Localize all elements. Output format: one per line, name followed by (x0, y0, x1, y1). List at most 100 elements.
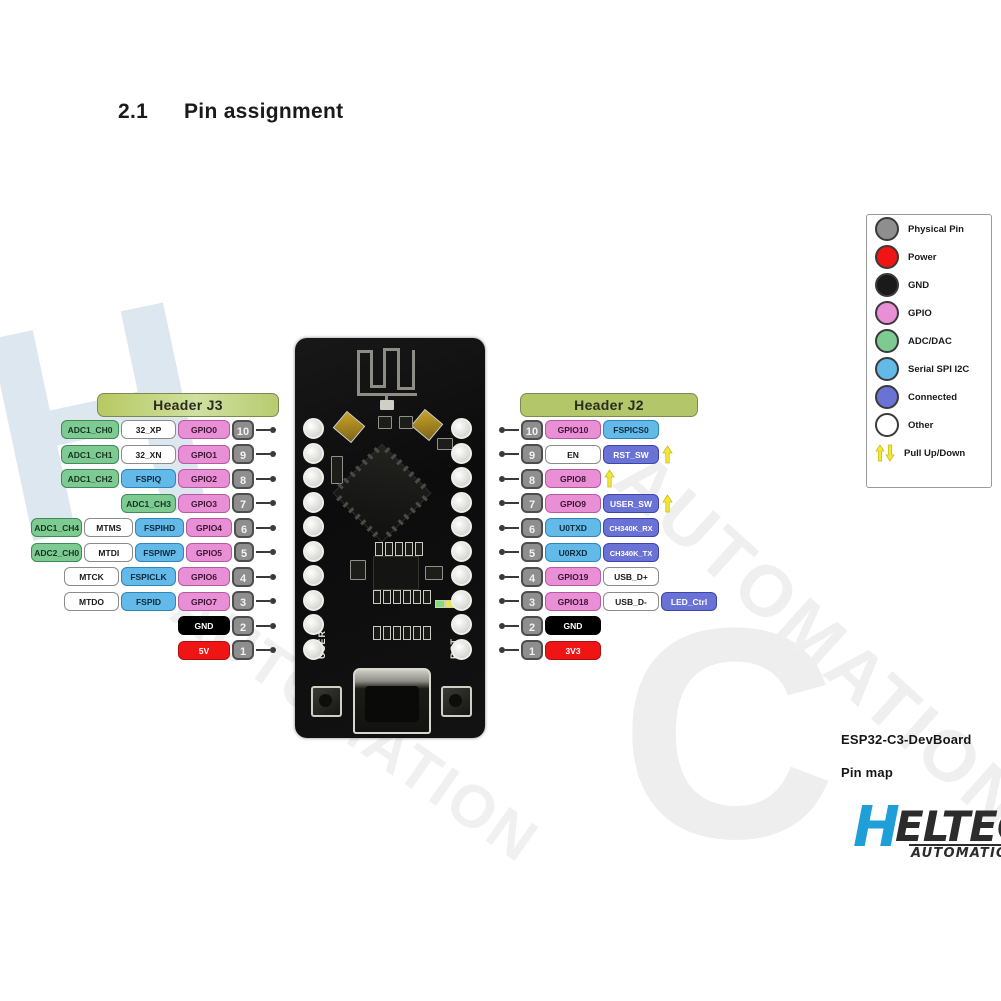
pin-row-j2: 5 U0RXD CH340K_TX (498, 542, 660, 563)
pin-function-spi: FSPIQ (121, 469, 176, 488)
pin-function-other: EN (545, 444, 601, 464)
board-pinhole (303, 540, 324, 562)
board-component-smd-4 (331, 456, 343, 484)
pin-number: 5 (234, 542, 254, 562)
pin-number: 10 (521, 419, 543, 440)
pin-number: 6 (234, 517, 254, 538)
pin-function-gpio: GPIO8 (545, 469, 601, 488)
pin-number: 2 (232, 615, 254, 636)
board-pinhole (303, 467, 324, 488)
pin-row-j2: 8 GPIO8 (498, 468, 615, 489)
board-pinhole (451, 589, 472, 611)
legend-color-swatch (875, 385, 899, 409)
legend-item: GPIO (875, 299, 991, 327)
pull-up-down-icon (662, 444, 673, 464)
board-header-pads-top (375, 542, 423, 556)
pin-function-gpio: GPIO2 (178, 469, 230, 488)
pin-function-pwr: 3V3 (545, 640, 601, 660)
pin-number: 3 (521, 591, 543, 611)
pin-lead (499, 426, 519, 433)
esp32c3-chip (332, 443, 432, 543)
pin-row-j3: GND 2 (30, 615, 277, 636)
pin-row-j3: ADC1_CH0 32_XP GPIO0 10 (30, 419, 277, 440)
pin-lead (256, 573, 276, 580)
board-pinhole (303, 589, 324, 611)
pin-function-spi: FSPICLK (121, 567, 176, 586)
pin-function-other: MTDI (84, 542, 134, 562)
pin-row-j3: 5V 1 (30, 640, 277, 661)
pin-number: 5 (521, 542, 543, 562)
legend-label: Other (908, 419, 934, 431)
usb-c-connector (353, 668, 431, 734)
reset-button[interactable] (441, 686, 472, 717)
legend-color-swatch (875, 413, 899, 437)
legend-item: Pull Up/Down (875, 439, 991, 467)
legend-item: Physical Pin (875, 215, 991, 243)
pin-lead (499, 524, 519, 531)
pin-function-adc: ADC1_CH1 (61, 444, 119, 464)
pin-function-gpio: GPIO1 (178, 444, 230, 464)
board-pinhole (451, 565, 472, 586)
board-component-smd-2 (378, 416, 392, 429)
legend-label: GND (908, 279, 930, 291)
pin-lead (499, 647, 519, 653)
user-button[interactable] (311, 686, 342, 717)
pin-number: 9 (232, 444, 254, 464)
legend-color-swatch (875, 301, 899, 325)
pin-number: 4 (521, 566, 543, 587)
legend-color-swatch (875, 245, 899, 269)
pin-lead (256, 647, 276, 653)
logo-subtitle: AUTOMATION (911, 846, 1001, 861)
pin-number: 10 (232, 419, 254, 440)
pin-row-j3: ADC1_CH2 FSPIQ GPIO2 8 (30, 468, 277, 489)
legend-label: GPIO (908, 307, 932, 319)
pin-lead (499, 451, 519, 457)
legend-color-swatch (875, 273, 899, 297)
pcb-antenna-icon (357, 346, 423, 407)
pin-number: 1 (521, 640, 543, 660)
board-pinhole (451, 467, 472, 488)
pin-function-other: 32_XP (121, 420, 176, 439)
pin-lead (256, 475, 276, 482)
pin-function-spi: U0TXD (545, 518, 601, 537)
pin-lead (256, 622, 276, 629)
heltec-logo: H ELTEC AUTOMATION (853, 800, 1001, 862)
pin-function-gpio: GPIO4 (185, 518, 233, 537)
pull-up-down-icon (662, 493, 673, 513)
devboard-image: USER RST (295, 338, 485, 738)
pin-row-j3: ADC1_CH3 GPIO3 7 (30, 493, 277, 514)
legend-label: Physical Pin (908, 223, 964, 235)
board-pinhole (451, 638, 472, 660)
board-pinhole (303, 565, 324, 586)
board-component-smd-5 (350, 560, 366, 580)
pin-function-adc: ADC1_CH2 (61, 469, 119, 488)
page-title-number: 2.1 (118, 100, 149, 123)
pin-number: 8 (521, 468, 543, 489)
watermark-c: C (620, 565, 837, 901)
pin-row-j2: 2 GND (498, 615, 602, 636)
pin-row-j3: MTCK FSPICLK GPIO6 4 (30, 566, 277, 587)
pin-function-gnd: GND (545, 616, 601, 635)
pin-lead (256, 549, 276, 555)
header-j2-title: Header J2 (520, 393, 698, 417)
board-pinhole (303, 516, 324, 537)
pin-function-conn: CH340K_TX (603, 542, 659, 562)
board-ic-usb-serial (373, 556, 419, 590)
pin-lead (256, 524, 276, 531)
board-silk-pad (380, 400, 394, 410)
header-j3-title: Header J3 (97, 393, 279, 417)
pin-function-adc: ADC1_CH3 (121, 493, 176, 513)
pin-function-other: MTCK (64, 567, 119, 586)
pin-row-j2: 9 EN RST_SW (498, 444, 673, 465)
pin-function-other: MTDO (64, 591, 119, 611)
pin-row-j2: 6 U0TXD CH340K_RX (498, 517, 660, 538)
legend-item: Other (875, 411, 991, 439)
pin-row-j2: 1 3V3 (498, 640, 602, 661)
pin-function-conn: LED_Ctrl (661, 591, 717, 611)
legend-label: Pull Up/Down (904, 447, 966, 459)
board-pinhole (303, 418, 324, 439)
board-pinhole (303, 638, 324, 660)
pin-function-gpio: GPIO18 (545, 591, 601, 611)
pin-row-j2: 10 GPIO10 FSPICS0 (498, 419, 660, 440)
pin-number: 3 (232, 591, 254, 611)
